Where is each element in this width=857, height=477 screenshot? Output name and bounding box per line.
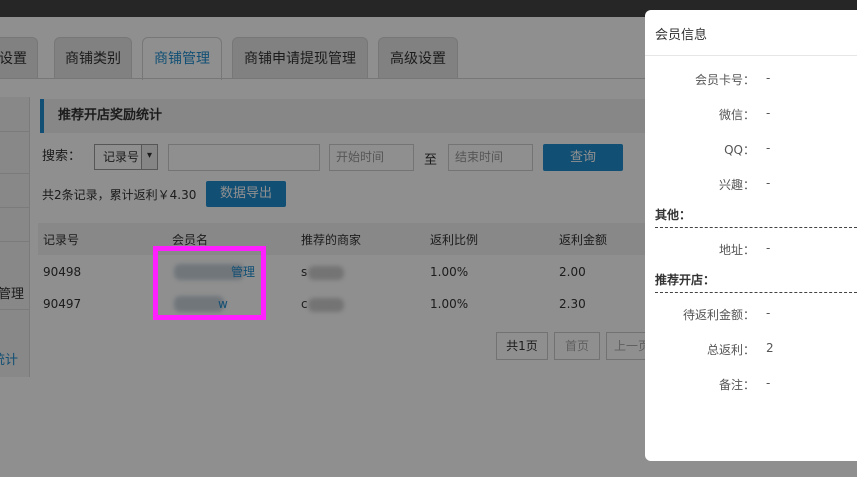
member-card-label: 会员卡号： <box>694 73 755 87</box>
section-divider <box>655 227 857 228</box>
section-other-title: 其他： <box>655 208 692 222</box>
member-card-value: - <box>766 71 771 85</box>
pending-rebate-value: - <box>766 306 771 320</box>
remark-label: 备注： <box>718 378 755 392</box>
drawer-title: 会员信息 <box>655 28 708 43</box>
interest-value: - <box>766 176 771 190</box>
total-rebate-value: 2 <box>766 341 774 355</box>
section-shop-title: 推荐开店： <box>655 273 716 287</box>
address-label: 地址： <box>718 243 755 257</box>
remark-value: - <box>766 376 771 390</box>
qq-label: QQ： <box>724 143 755 157</box>
qq-value: - <box>766 141 771 155</box>
total-rebate-label: 总返利： <box>706 343 755 357</box>
member-info-drawer: 会员信息 会员卡号： - 微信： - QQ： - 兴趣： - 其他： 地址： -… <box>645 10 857 461</box>
wechat-label: 微信： <box>718 108 755 122</box>
address-value: - <box>766 241 771 255</box>
drawer-divider <box>645 55 857 56</box>
interest-label: 兴趣： <box>718 178 755 192</box>
wechat-value: - <box>766 106 771 120</box>
pending-rebate-label: 待返利金额： <box>682 308 755 322</box>
annotation-highlight-box <box>153 246 266 320</box>
section-divider <box>655 292 857 293</box>
